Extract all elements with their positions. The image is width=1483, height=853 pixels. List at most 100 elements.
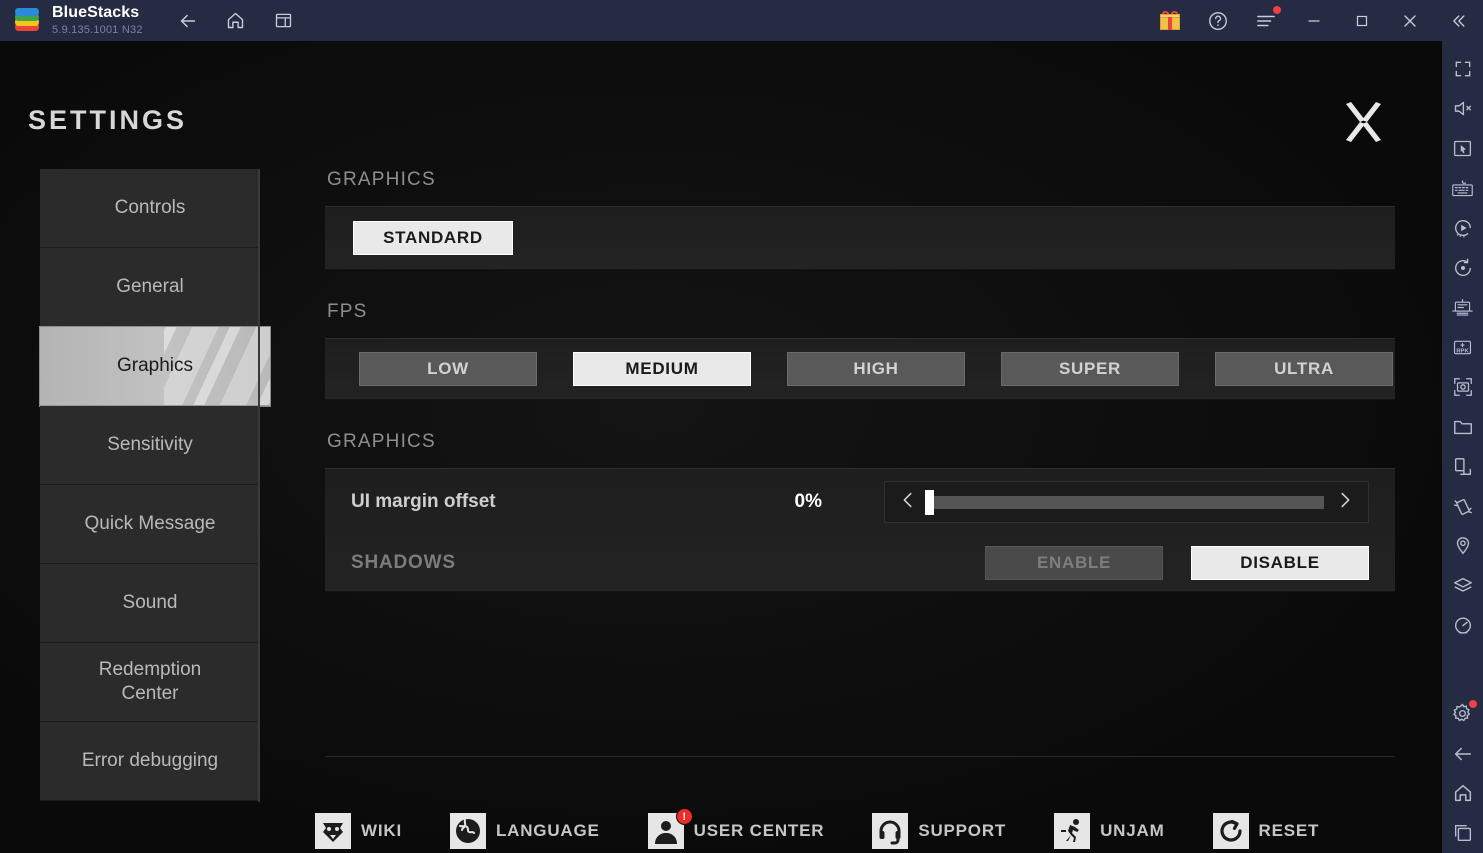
- gift-icon[interactable]: [1153, 4, 1187, 38]
- user-icon: !: [647, 808, 693, 849]
- ui-margin-offset-value: 0%: [794, 491, 822, 512]
- double-chevron-left-icon[interactable]: [1441, 4, 1475, 38]
- running-person-icon: [1054, 813, 1091, 849]
- keyboard-icon[interactable]: [1442, 168, 1483, 208]
- close-icon[interactable]: [1393, 4, 1427, 38]
- sidebar-item-general[interactable]: General: [40, 248, 260, 327]
- toolbar-item-language[interactable]: LANGUAGE: [449, 813, 600, 849]
- globe-icon: [449, 813, 486, 849]
- toolbar-label: WIKI: [361, 821, 402, 840]
- settings-notification-dot: [1469, 699, 1477, 708]
- menu-label: Redemption Center: [98, 659, 202, 704]
- layers-icon[interactable]: [1442, 566, 1483, 606]
- ui-margin-offset-row: UI margin offset 0%: [325, 469, 1395, 535]
- toolbar-label: LANGUAGE: [495, 821, 600, 840]
- fullscreen-icon[interactable]: [1442, 49, 1483, 89]
- app-version: 5.9.135.1001 N32: [52, 24, 143, 36]
- menu-label: Sound: [122, 592, 178, 613]
- toolbar-item-user-center[interactable]: ! USER CENTER: [647, 808, 825, 849]
- refresh-icon: [1212, 813, 1249, 849]
- menu-label: Controls: [114, 197, 186, 218]
- location-icon[interactable]: [1442, 527, 1483, 567]
- ui-margin-offset-label: UI margin offset: [351, 491, 496, 512]
- settings-content: GRAPHICS STANDARD FPS LOW MEDIUM HIGH SU…: [325, 169, 1395, 592]
- user-center-badge: !: [675, 808, 693, 825]
- game-viewport: SETTINGS Controls General Graphics Sensi…: [0, 41, 1442, 853]
- bluestacks-sidebar: RPK: [1442, 41, 1483, 853]
- performance-meter-icon[interactable]: [1442, 606, 1483, 646]
- chevron-right-icon[interactable]: [1334, 487, 1356, 518]
- fps-options-row: LOW MEDIUM HIGH SUPER ULTRA: [325, 339, 1395, 399]
- titlebar-nav: [173, 6, 299, 36]
- fps-panel: LOW MEDIUM HIGH SUPER ULTRA: [325, 338, 1395, 400]
- shadows-label: SHADOWS: [351, 552, 456, 573]
- section-label-fps: FPS: [327, 301, 368, 322]
- fps-option-medium[interactable]: MEDIUM: [573, 352, 751, 386]
- section-label-graphics-extra: GRAPHICS: [327, 431, 436, 452]
- hamburger-menu-icon[interactable]: [1249, 4, 1283, 38]
- apk-install-icon[interactable]: RPK: [1442, 328, 1483, 368]
- fps-option-ultra[interactable]: ULTRA: [1215, 352, 1393, 386]
- rotate-icon[interactable]: [1442, 248, 1483, 288]
- ui-margin-offset-slider[interactable]: [884, 481, 1369, 523]
- title-bar: BlueStacks 5.9.135.1001 N32: [0, 0, 1483, 41]
- slider-thumb[interactable]: [925, 489, 934, 515]
- graphics-extra-panel: UI margin offset 0% SHADOWS ENABLE DISAB…: [325, 468, 1395, 592]
- fps-option-high[interactable]: HIGH: [787, 352, 965, 386]
- menu-label: Sensitivity: [107, 434, 193, 455]
- shadows-option-disable[interactable]: DISABLE: [1191, 546, 1369, 580]
- maximize-icon[interactable]: [1345, 4, 1379, 38]
- toolbar-item-reset[interactable]: RESET: [1212, 813, 1320, 849]
- menu-label: Error debugging: [81, 750, 219, 771]
- shadows-option-enable[interactable]: ENABLE: [985, 546, 1163, 580]
- settings-bottom-toolbar: WIKI LANGUAGE ! USER CENTER SUPPORT UNJA…: [315, 808, 1395, 853]
- graphics-quality-row: STANDARD: [325, 207, 1395, 269]
- toolbar-label: UNJAM: [1100, 821, 1165, 840]
- cursor-select-icon[interactable]: [1442, 129, 1483, 169]
- arrow-left-icon[interactable]: [1442, 734, 1483, 774]
- toolbar-item-wiki[interactable]: WIKI: [315, 813, 402, 849]
- sidebar-item-sound[interactable]: Sound: [40, 564, 260, 643]
- shadows-options: ENABLE DISABLE: [985, 546, 1369, 580]
- script-icon[interactable]: [1442, 288, 1483, 328]
- arrow-left-icon[interactable]: [173, 6, 203, 36]
- sidebar-item-quick-message[interactable]: Quick Message: [40, 485, 260, 564]
- sidebar-item-sensitivity[interactable]: Sensitivity: [40, 406, 260, 485]
- page-title: SETTINGS: [28, 105, 188, 135]
- recents-icon[interactable]: [1442, 813, 1483, 853]
- section-label-graphics-quality: GRAPHICS: [327, 169, 436, 190]
- headset-icon: [872, 813, 909, 849]
- toolbar-label: RESET: [1258, 821, 1320, 840]
- macro-play-icon[interactable]: [1442, 208, 1483, 248]
- settings-menu: Controls General Graphics Sensitivity Qu…: [40, 169, 270, 801]
- help-circle-icon[interactable]: [1201, 4, 1235, 38]
- chevron-left-icon[interactable]: [897, 487, 919, 518]
- sidebar-item-redemption-center[interactable]: Redemption Center: [40, 643, 260, 722]
- shake-icon[interactable]: [1442, 487, 1483, 527]
- fps-option-super[interactable]: SUPER: [1001, 352, 1179, 386]
- copy-paste-icon[interactable]: [1442, 447, 1483, 487]
- close-settings-button[interactable]: [1337, 96, 1389, 148]
- sidebar-item-graphics[interactable]: Graphics: [40, 327, 270, 406]
- toolbar-item-unjam[interactable]: UNJAM: [1054, 813, 1164, 849]
- app-title-group: BlueStacks 5.9.135.1001 N32: [52, 5, 143, 36]
- toolbar-item-support[interactable]: SUPPORT: [872, 813, 1006, 849]
- home-icon[interactable]: [221, 6, 251, 36]
- menu-notification-dot: [1273, 5, 1281, 14]
- svg-text:RPK: RPK: [1456, 348, 1469, 354]
- slider-track[interactable]: [925, 489, 1324, 515]
- graphics-quality-option-standard[interactable]: STANDARD: [353, 221, 513, 255]
- menu-divider: [258, 169, 260, 802]
- minimize-icon[interactable]: [1297, 4, 1331, 38]
- fps-option-low[interactable]: LOW: [359, 352, 537, 386]
- mute-icon[interactable]: [1442, 89, 1483, 129]
- multi-instance-icon[interactable]: [269, 6, 299, 36]
- sidebar-item-controls[interactable]: Controls: [40, 169, 260, 248]
- sidebar-item-error-debugging[interactable]: Error debugging: [40, 722, 260, 801]
- media-folder-icon[interactable]: [1442, 407, 1483, 447]
- settings-gear-icon[interactable]: [1442, 694, 1483, 734]
- home-icon[interactable]: [1442, 774, 1483, 814]
- toolbar-label: USER CENTER: [693, 821, 825, 840]
- content-bottom-divider: [325, 756, 1395, 757]
- screenshot-icon[interactable]: [1442, 367, 1483, 407]
